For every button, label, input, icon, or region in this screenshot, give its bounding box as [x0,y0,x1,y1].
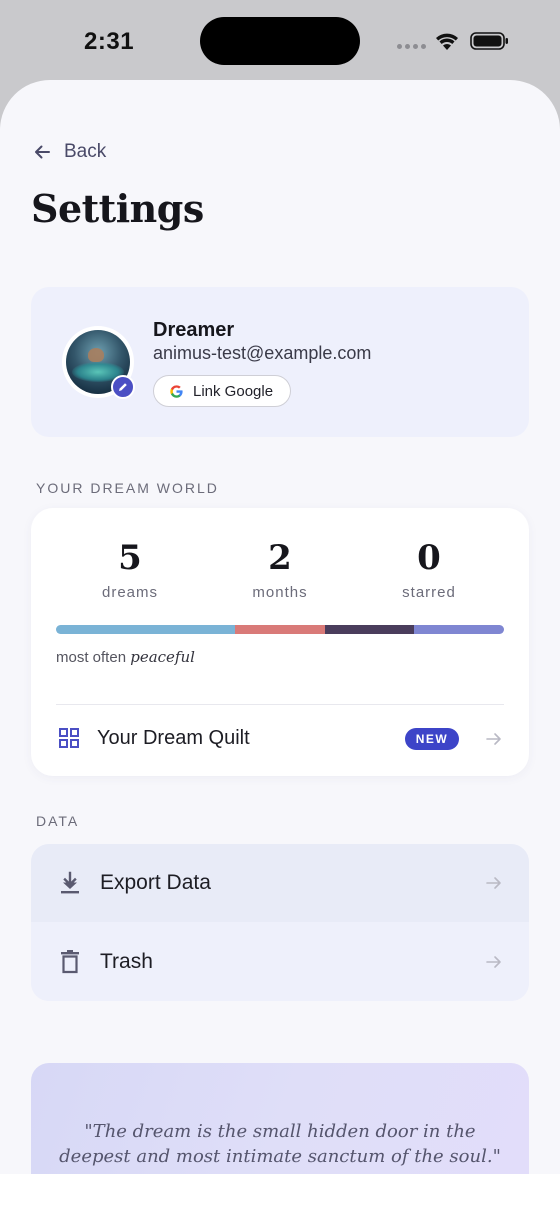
link-google-label: Link Google [193,382,274,400]
arrow-right-icon [486,956,501,968]
trash-icon [61,950,79,974]
mood-segment [414,625,504,634]
export-data-row[interactable]: Export Data [31,844,529,922]
mood-segment [324,625,415,634]
settings-sheet: Back Settings Dreamer animus-test@exampl… [0,80,560,1174]
status-bar: 2:31 [0,0,560,80]
stat-label: starred [402,584,456,601]
link-google-button[interactable]: Link Google [153,375,291,407]
trash-row[interactable]: Trash [31,923,529,1001]
profile-email: animus-test@example.com [153,343,372,363]
google-icon [170,384,183,398]
mood-segment [235,625,325,634]
mood-segment [56,625,236,634]
wifi-icon [436,33,458,50]
dynamic-island [200,17,360,65]
quote-card: "The dream is the small hidden door in t… [31,1063,529,1174]
profile-name: Dreamer [153,319,235,341]
mood-prefix: most often [56,649,127,666]
stat-starred: 0 starred [354,538,504,601]
bottom-area [0,1174,560,1217]
mood-word: peaceful [130,648,195,666]
stat-dreams: 5 dreams [55,538,205,601]
data-list: Export Data Trash [31,844,529,1001]
stat-months: 2 months [205,538,355,601]
export-data-label: Export Data [100,871,211,894]
profile-card: Dreamer animus-test@example.com Link Goo… [31,287,529,437]
battery-icon [470,32,508,50]
download-icon [61,871,79,894]
new-badge: NEW [405,728,459,750]
section-label-data: DATA [36,813,80,829]
arrow-left-icon [35,145,50,159]
dream-quilt-row[interactable]: Your Dream Quilt NEW [31,705,529,773]
dream-quilt-label: Your Dream Quilt [97,727,250,749]
pencil-icon [119,383,127,391]
back-label: Back [64,141,107,162]
section-label-dream-world: YOUR DREAM WORLD [36,480,219,496]
back-button[interactable]: Back [32,140,106,164]
arrow-right-icon [486,733,501,745]
stat-value: 0 [417,538,441,578]
stat-label: dreams [101,584,159,601]
trash-label: Trash [100,950,153,973]
dream-world-card: 5 dreams 2 months 0 starred most often p… [31,508,529,776]
stat-label: months [252,584,308,601]
stat-value: 2 [268,538,292,578]
page-title: Settings [31,186,204,231]
stat-value: 5 [118,538,142,578]
cellular-signal-icon [397,44,426,49]
grid-icon [59,728,79,748]
mood-distribution-bar [56,625,504,634]
quote-text: "The dream is the small hidden door in t… [59,1121,501,1167]
status-time: 2:31 [84,28,135,55]
edit-avatar-button[interactable] [111,375,135,399]
mood-caption: most often peaceful [56,648,195,666]
arrow-right-icon [486,877,501,889]
